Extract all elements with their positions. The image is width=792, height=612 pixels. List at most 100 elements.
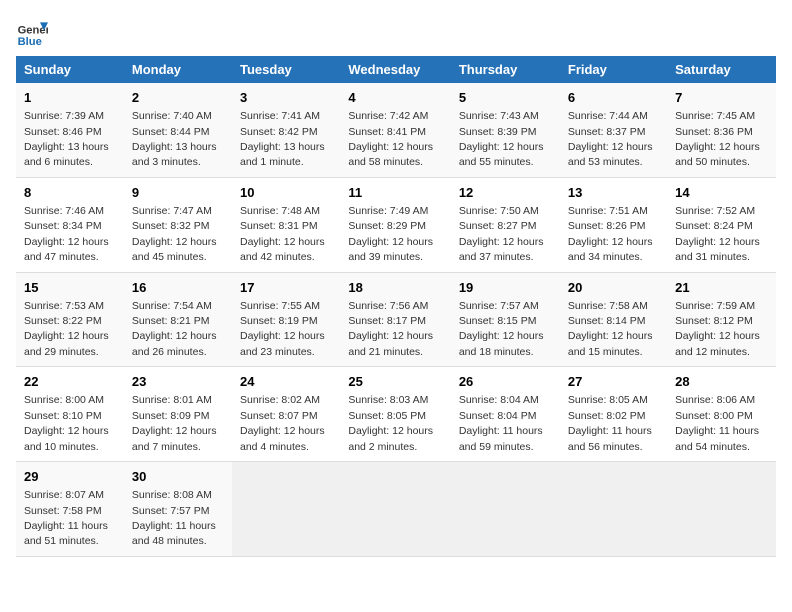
calendar-cell: 21Sunrise: 7:59 AMSunset: 8:12 PMDayligh… xyxy=(667,272,776,367)
calendar-cell: 13 Sunrise: 7:51 AMSunset: 8:26 PMDayligh… xyxy=(560,177,667,272)
day-number: 13 xyxy=(568,184,659,202)
logo: General Blue xyxy=(16,16,48,48)
calendar-week-5: 29 Sunrise: 8:07 AMSunset: 7:58 PMDayligh… xyxy=(16,462,776,557)
day-number: 26 xyxy=(459,373,552,391)
calendar-cell: 14 Sunrise: 7:52 AMSunset: 8:24 PMDayligh… xyxy=(667,177,776,272)
calendar-cell: 17 Sunrise: 7:55 AMSunset: 8:19 PMDayligh… xyxy=(232,272,340,367)
cell-content: Sunrise: 7:55 AMSunset: 8:19 PMDaylight:… xyxy=(240,300,325,358)
calendar-week-2: 8 Sunrise: 7:46 AMSunset: 8:34 PMDaylight… xyxy=(16,177,776,272)
calendar-cell: 11 Sunrise: 7:49 AMSunset: 8:29 PMDayligh… xyxy=(340,177,450,272)
calendar-cell: 12Sunrise: 7:50 AMSunset: 8:27 PMDayligh… xyxy=(451,177,560,272)
calendar-cell: 28 Sunrise: 8:06 AMSunset: 8:00 PMDayligh… xyxy=(667,367,776,462)
header-cell-thursday: Thursday xyxy=(451,56,560,83)
cell-content: Sunrise: 7:50 AMSunset: 8:27 PMDaylight:… xyxy=(459,205,544,263)
cell-content: Sunrise: 7:59 AMSunset: 8:12 PMDaylight:… xyxy=(675,300,760,358)
day-number: 22 xyxy=(24,373,116,391)
calendar-cell: 15 Sunrise: 7:53 AMSunset: 8:22 PMDayligh… xyxy=(16,272,124,367)
day-number: 11 xyxy=(348,184,442,202)
day-number: 18 xyxy=(348,279,442,297)
calendar-cell: 20 Sunrise: 7:58 AMSunset: 8:14 PMDayligh… xyxy=(560,272,667,367)
day-number: 14 xyxy=(675,184,768,202)
day-number: 30 xyxy=(132,468,224,486)
calendar-cell xyxy=(232,462,340,557)
calendar-cell: 6 Sunrise: 7:44 AMSunset: 8:37 PMDaylight… xyxy=(560,83,667,177)
day-number: 19 xyxy=(459,279,552,297)
calendar-cell xyxy=(667,462,776,557)
calendar-week-3: 15 Sunrise: 7:53 AMSunset: 8:22 PMDayligh… xyxy=(16,272,776,367)
day-number: 29 xyxy=(24,468,116,486)
calendar-cell xyxy=(340,462,450,557)
cell-content: Sunrise: 7:57 AMSunset: 8:15 PMDaylight:… xyxy=(459,300,544,358)
header-row: SundayMondayTuesdayWednesdayThursdayFrid… xyxy=(16,56,776,83)
cell-content: Sunrise: 8:06 AMSunset: 8:00 PMDaylight:… xyxy=(675,394,759,452)
cell-content: Sunrise: 7:44 AMSunset: 8:37 PMDaylight:… xyxy=(568,110,653,168)
cell-content: Sunrise: 7:58 AMSunset: 8:14 PMDaylight:… xyxy=(568,300,653,358)
day-number: 15 xyxy=(24,279,116,297)
header-cell-wednesday: Wednesday xyxy=(340,56,450,83)
calendar-cell xyxy=(560,462,667,557)
header-cell-monday: Monday xyxy=(124,56,232,83)
cell-content: Sunrise: 7:48 AMSunset: 8:31 PMDaylight:… xyxy=(240,205,325,263)
page-header: General Blue xyxy=(16,16,776,48)
calendar-cell: 9Sunrise: 7:47 AMSunset: 8:32 PMDaylight… xyxy=(124,177,232,272)
day-number: 5 xyxy=(459,89,552,107)
day-number: 25 xyxy=(348,373,442,391)
cell-content: Sunrise: 7:40 AMSunset: 8:44 PMDaylight:… xyxy=(132,110,217,168)
calendar-cell: 5Sunrise: 7:43 AMSunset: 8:39 PMDaylight… xyxy=(451,83,560,177)
calendar-cell: 19 Sunrise: 7:57 AMSunset: 8:15 PMDayligh… xyxy=(451,272,560,367)
day-number: 20 xyxy=(568,279,659,297)
calendar-cell: 22 Sunrise: 8:00 AMSunset: 8:10 PMDayligh… xyxy=(16,367,124,462)
calendar-cell: 7 Sunrise: 7:45 AMSunset: 8:36 PMDaylight… xyxy=(667,83,776,177)
header-cell-tuesday: Tuesday xyxy=(232,56,340,83)
cell-content: Sunrise: 7:53 AMSunset: 8:22 PMDaylight:… xyxy=(24,300,109,358)
cell-content: Sunrise: 7:41 AMSunset: 8:42 PMDaylight:… xyxy=(240,110,325,168)
cell-content: Sunrise: 8:05 AMSunset: 8:02 PMDaylight:… xyxy=(568,394,652,452)
calendar-cell: 25Sunrise: 8:03 AMSunset: 8:05 PMDayligh… xyxy=(340,367,450,462)
calendar-week-1: 1Sunrise: 7:39 AMSunset: 8:46 PMDaylight… xyxy=(16,83,776,177)
cell-content: Sunrise: 8:01 AMSunset: 8:09 PMDaylight:… xyxy=(132,394,217,452)
day-number: 10 xyxy=(240,184,332,202)
day-number: 6 xyxy=(568,89,659,107)
cell-content: Sunrise: 7:45 AMSunset: 8:36 PMDaylight:… xyxy=(675,110,760,168)
calendar-cell: 10 Sunrise: 7:48 AMSunset: 8:31 PMDayligh… xyxy=(232,177,340,272)
calendar-week-4: 22 Sunrise: 8:00 AMSunset: 8:10 PMDayligh… xyxy=(16,367,776,462)
day-number: 8 xyxy=(24,184,116,202)
calendar-cell: 23 Sunrise: 8:01 AMSunset: 8:09 PMDayligh… xyxy=(124,367,232,462)
calendar-cell: 1Sunrise: 7:39 AMSunset: 8:46 PMDaylight… xyxy=(16,83,124,177)
day-number: 4 xyxy=(348,89,442,107)
cell-content: Sunrise: 7:42 AMSunset: 8:41 PMDaylight:… xyxy=(348,110,433,168)
cell-content: Sunrise: 7:46 AMSunset: 8:34 PMDaylight:… xyxy=(24,205,109,263)
day-number: 7 xyxy=(675,89,768,107)
day-number: 16 xyxy=(132,279,224,297)
day-number: 1 xyxy=(24,89,116,107)
header-cell-sunday: Sunday xyxy=(16,56,124,83)
cell-content: Sunrise: 7:52 AMSunset: 8:24 PMDaylight:… xyxy=(675,205,760,263)
cell-content: Sunrise: 8:04 AMSunset: 8:04 PMDaylight:… xyxy=(459,394,543,452)
cell-content: Sunrise: 7:56 AMSunset: 8:17 PMDaylight:… xyxy=(348,300,433,358)
calendar-cell: 26 Sunrise: 8:04 AMSunset: 8:04 PMDayligh… xyxy=(451,367,560,462)
calendar-cell xyxy=(451,462,560,557)
cell-content: Sunrise: 8:00 AMSunset: 8:10 PMDaylight:… xyxy=(24,394,109,452)
cell-content: Sunrise: 7:51 AMSunset: 8:26 PMDaylight:… xyxy=(568,205,653,263)
cell-content: Sunrise: 7:49 AMSunset: 8:29 PMDaylight:… xyxy=(348,205,433,263)
calendar-cell: 27 Sunrise: 8:05 AMSunset: 8:02 PMDayligh… xyxy=(560,367,667,462)
calendar-cell: 29 Sunrise: 8:07 AMSunset: 7:58 PMDayligh… xyxy=(16,462,124,557)
day-number: 2 xyxy=(132,89,224,107)
day-number: 17 xyxy=(240,279,332,297)
cell-content: Sunrise: 8:08 AMSunset: 7:57 PMDaylight:… xyxy=(132,489,216,547)
calendar-cell: 4 Sunrise: 7:42 AMSunset: 8:41 PMDaylight… xyxy=(340,83,450,177)
cell-content: Sunrise: 8:07 AMSunset: 7:58 PMDaylight:… xyxy=(24,489,108,547)
calendar-table: SundayMondayTuesdayWednesdayThursdayFrid… xyxy=(16,56,776,557)
svg-text:Blue: Blue xyxy=(18,36,42,48)
cell-content: Sunrise: 7:54 AMSunset: 8:21 PMDaylight:… xyxy=(132,300,217,358)
calendar-cell: 16 Sunrise: 7:54 AMSunset: 8:21 PMDayligh… xyxy=(124,272,232,367)
calendar-cell: 30 Sunrise: 8:08 AMSunset: 7:57 PMDayligh… xyxy=(124,462,232,557)
day-number: 28 xyxy=(675,373,768,391)
header-cell-friday: Friday xyxy=(560,56,667,83)
cell-content: Sunrise: 7:47 AMSunset: 8:32 PMDaylight:… xyxy=(132,205,217,263)
calendar-cell: 3Sunrise: 7:41 AMSunset: 8:42 PMDaylight… xyxy=(232,83,340,177)
day-number: 23 xyxy=(132,373,224,391)
calendar-cell: 18 Sunrise: 7:56 AMSunset: 8:17 PMDayligh… xyxy=(340,272,450,367)
day-number: 24 xyxy=(240,373,332,391)
day-number: 27 xyxy=(568,373,659,391)
